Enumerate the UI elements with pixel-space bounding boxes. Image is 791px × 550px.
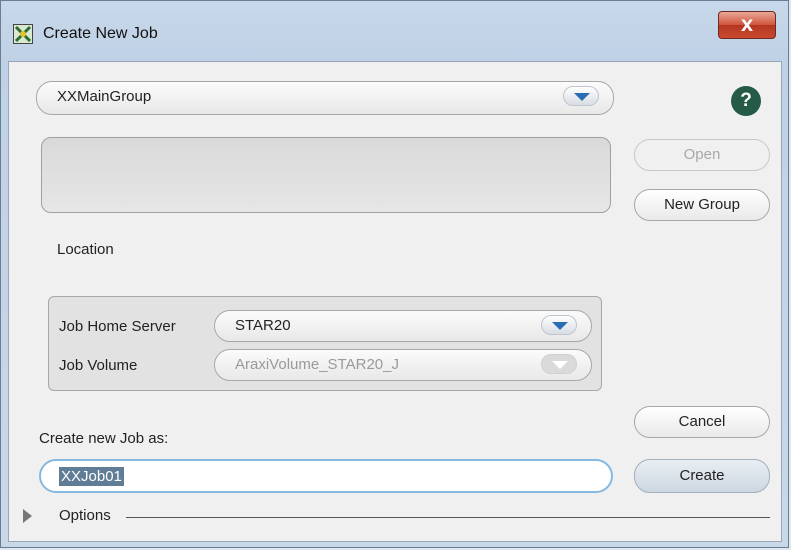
create-button[interactable]: Create [634, 459, 770, 493]
title-bar[interactable]: Create New Job X [1, 1, 788, 61]
help-icon[interactable]: ? [731, 86, 761, 116]
chevron-down-icon [541, 354, 577, 374]
new-group-button[interactable]: New Group [634, 189, 770, 221]
job-volume-value: AraxiVolume_STAR20_J [235, 356, 399, 373]
job-volume-select[interactable]: AraxiVolume_STAR20_J [214, 349, 592, 381]
cancel-button[interactable]: Cancel [634, 406, 770, 438]
group-select-value: XXMainGroup [57, 88, 152, 105]
job-name-input[interactable]: XXJob01 [39, 459, 613, 493]
group-list[interactable] [41, 137, 611, 213]
open-button[interactable]: Open [634, 139, 770, 171]
close-icon: X [740, 16, 754, 35]
app-icon [13, 24, 33, 44]
chevron-down-icon[interactable] [563, 86, 599, 106]
options-divider [126, 517, 770, 518]
expand-triangle-icon[interactable] [23, 509, 32, 523]
options-section[interactable]: Options [23, 506, 770, 526]
close-button[interactable]: X [718, 11, 776, 39]
group-select[interactable]: XXMainGroup [36, 81, 614, 115]
create-new-job-dialog: Create New Job X XXMainGroup ? Open New … [0, 0, 789, 548]
job-name-value: XXJob01 [59, 467, 124, 486]
job-home-server-value: STAR20 [235, 317, 291, 334]
location-label: Location [57, 241, 114, 258]
options-label[interactable]: Options [59, 507, 111, 524]
job-volume-label: Job Volume [59, 357, 138, 374]
window-title: Create New Job [43, 25, 158, 42]
chevron-down-icon[interactable] [541, 315, 577, 335]
job-name-label: Create new Job as: [39, 430, 169, 447]
job-home-server-label: Job Home Server [59, 318, 176, 335]
job-home-server-select[interactable]: STAR20 [214, 310, 592, 342]
